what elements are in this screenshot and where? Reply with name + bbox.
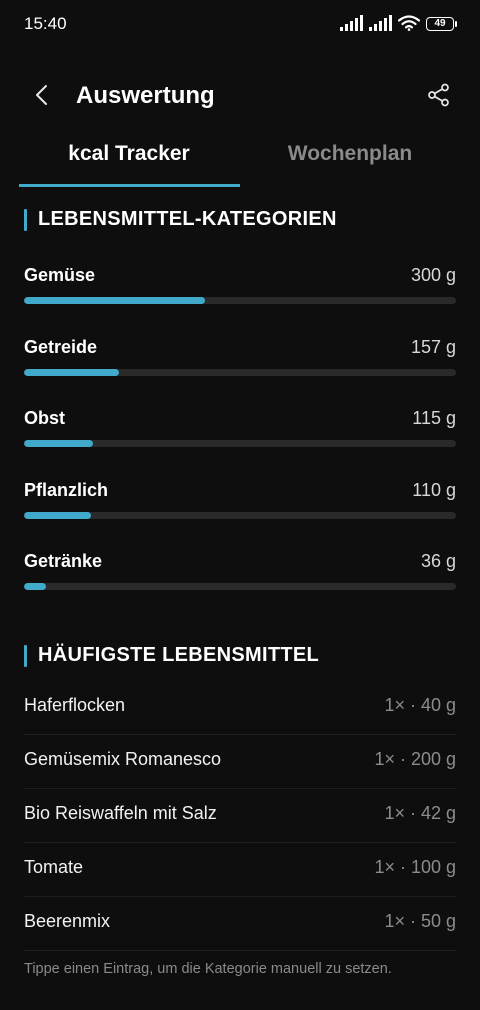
food-name: Beerenmix xyxy=(24,911,111,931)
food-name: Haferflocken xyxy=(24,695,126,715)
tab-kcal-tracker[interactable]: kcal Tracker xyxy=(19,142,239,166)
food-row[interactable]: Haferflocken 1× · 40 g xyxy=(24,681,456,735)
food-name: Tomate xyxy=(24,857,84,877)
category-amount: 115 g xyxy=(412,408,456,428)
category-amount: 300 g xyxy=(410,265,456,285)
progress-fill xyxy=(24,440,94,447)
food-quantity: 1× · 200 g xyxy=(374,749,456,769)
section-accent-bar xyxy=(24,208,27,231)
battery-icon: 49 xyxy=(426,17,457,31)
food-quantity: 1× · 42 g xyxy=(384,803,456,823)
progress-fill xyxy=(24,583,46,590)
food-quantity: 1× · 40 g xyxy=(384,695,456,715)
signal-icon xyxy=(340,15,363,31)
food-name: Gemüsemix Romanesco xyxy=(24,749,222,769)
category-amount: 110 g xyxy=(412,480,456,500)
progress-track xyxy=(24,297,456,304)
progress-fill xyxy=(24,369,120,376)
food-row[interactable]: Gemüsemix Romanesco 1× · 200 g xyxy=(24,735,456,789)
progress-track xyxy=(24,583,456,590)
food-quantity: 1× · 50 g xyxy=(384,911,456,931)
food-row[interactable]: Bio Reiswaffeln mit Salz 1× · 42 g xyxy=(24,789,456,843)
status-icons: 49 xyxy=(340,15,457,31)
category-name: Obst xyxy=(24,408,66,428)
category-row[interactable]: Getränke 36 g xyxy=(24,551,456,601)
status-bar: 15:40 49 xyxy=(0,0,480,48)
hint-text: Tippe einen Eintrag, um die Kategorie ma… xyxy=(24,961,392,977)
category-row[interactable]: Gemüse 300 g xyxy=(24,265,456,315)
section-accent-bar xyxy=(24,644,27,667)
food-row[interactable]: Tomate 1× · 100 g xyxy=(24,843,456,897)
app-bar: Auswertung xyxy=(0,72,480,120)
tab-wochenplan[interactable]: Wochenplan xyxy=(240,142,460,166)
section-title-frequent: HÄUFIGSTE LEBENSMITTEL xyxy=(24,644,319,667)
wifi-icon xyxy=(398,15,420,31)
progress-fill xyxy=(24,297,206,304)
tab-bar: kcal Tracker Wochenplan xyxy=(0,136,480,188)
section-title-text: HÄUFIGSTE LEBENSMITTEL xyxy=(38,644,320,666)
category-amount: 157 g xyxy=(410,337,456,357)
food-quantity: 1× · 100 g xyxy=(374,857,456,877)
category-name: Pflanzlich xyxy=(24,480,109,500)
category-row[interactable]: Obst 115 g xyxy=(24,408,456,458)
progress-track xyxy=(24,369,456,376)
category-row[interactable]: Pflanzlich 110 g xyxy=(24,480,456,530)
signal-icon-2 xyxy=(369,15,392,31)
section-title-categories: LEBENSMITTEL-KATEGORIEN xyxy=(24,208,337,231)
progress-fill xyxy=(24,512,91,519)
category-name: Gemüse xyxy=(24,265,96,285)
category-amount: 36 g xyxy=(420,551,456,571)
page-title: Auswertung xyxy=(76,82,215,109)
status-time: 15:40 xyxy=(24,14,67,33)
tab-indicator xyxy=(19,184,240,187)
progress-track xyxy=(24,440,456,447)
food-name: Bio Reiswaffeln mit Salz xyxy=(24,803,217,823)
category-row[interactable]: Getreide 157 g xyxy=(24,337,456,387)
progress-track xyxy=(24,512,456,519)
chevron-left-icon[interactable] xyxy=(30,82,56,108)
category-name: Getreide xyxy=(24,337,98,357)
category-name: Getränke xyxy=(24,551,103,571)
share-icon[interactable] xyxy=(426,82,452,108)
food-row[interactable]: Beerenmix 1× · 50 g xyxy=(24,897,456,951)
section-title-text: LEBENSMITTEL-KATEGORIEN xyxy=(38,208,337,230)
